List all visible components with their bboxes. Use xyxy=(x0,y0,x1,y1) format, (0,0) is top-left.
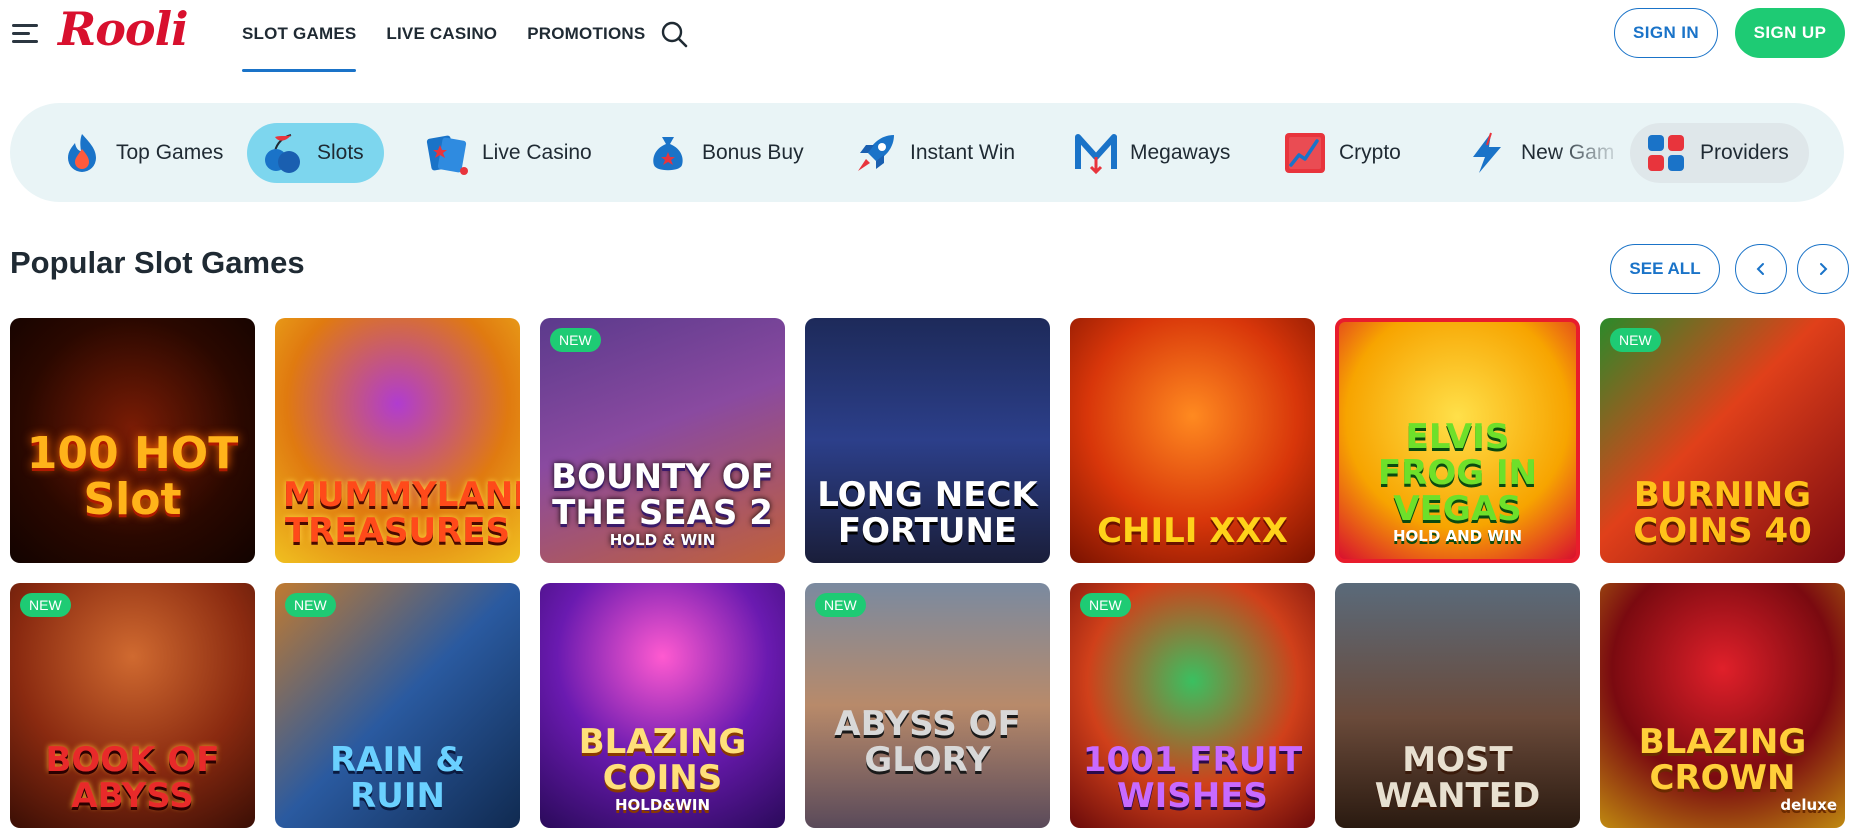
lightning-icon xyxy=(1473,132,1501,173)
game-tile[interactable]: NEW BOUNTY OF THE SEAS 2 HOLD & WIN xyxy=(540,318,785,563)
game-title: 100 HOT Slot xyxy=(26,428,239,525)
nav-slot-games[interactable]: SLOT GAMES xyxy=(242,0,357,72)
game-tile[interactable]: NEW RAIN & RUIN xyxy=(275,583,520,828)
game-title: BOOK OF ABYSS xyxy=(45,740,220,816)
category-live-casino[interactable]: Live Casino xyxy=(412,123,612,183)
scroll-fade xyxy=(1555,103,1625,202)
category-bonus-buy[interactable]: Bonus Buy xyxy=(632,123,824,183)
game-tile[interactable]: NEW BOOK OF ABYSS xyxy=(10,583,255,828)
cherries-icon xyxy=(265,134,300,173)
logo[interactable]: Rooli xyxy=(58,2,189,56)
game-title: BURNING COINS 40 xyxy=(1633,475,1812,551)
category-label: Instant Win xyxy=(910,141,1016,164)
game-title: MOST WANTED xyxy=(1374,740,1541,816)
game-title: 1001 FRUIT WISHES xyxy=(1082,740,1303,816)
game-title: BLAZING CROWN deluxe xyxy=(1638,722,1837,814)
game-tile[interactable]: MUMMYLAND TREASURES xyxy=(275,318,520,563)
header: Rooli SLOT GAMES LIVE CASINO PROMOTIONS … xyxy=(0,0,1852,72)
megaways-icon xyxy=(1075,134,1117,175)
prev-button[interactable] xyxy=(1735,244,1787,294)
main-nav: SLOT GAMES LIVE CASINO PROMOTIONS xyxy=(242,0,675,72)
menu-icon[interactable] xyxy=(12,22,40,44)
new-badge: NEW xyxy=(1080,593,1131,617)
section-title: Popular Slot Games xyxy=(10,245,305,280)
next-button[interactable] xyxy=(1797,244,1849,294)
see-all-button[interactable]: SEE ALL xyxy=(1610,244,1720,294)
category-label: Slots xyxy=(317,141,364,164)
category-instant-win[interactable]: Instant Win xyxy=(840,123,1035,183)
grid-icon xyxy=(1648,135,1684,171)
game-title: ABYSS OF GLORY xyxy=(834,704,1021,780)
game-tile[interactable]: BLAZING COINS HOLD&WIN xyxy=(540,583,785,828)
category-megaways[interactable]: Megaways xyxy=(1060,123,1250,183)
new-badge: NEW xyxy=(20,593,71,617)
category-label: Providers xyxy=(1700,141,1789,164)
category-label: Megaways xyxy=(1130,141,1231,164)
category-slots[interactable]: Slots xyxy=(247,123,384,183)
game-title: ELVIS FROG IN VEGAS HOLD AND WIN xyxy=(1377,417,1538,545)
chevron-right-icon xyxy=(1820,263,1828,275)
game-title: BOUNTY OF THE SEAS 2 HOLD & WIN xyxy=(551,457,774,549)
category-top-games[interactable]: Top Games xyxy=(46,123,243,183)
category-label: Crypto xyxy=(1339,141,1401,164)
game-tile[interactable]: CHILI XXX xyxy=(1070,318,1315,563)
category-label: Live Casino xyxy=(482,141,592,164)
game-tile[interactable]: LONG NECK FORTUNE xyxy=(805,318,1050,563)
nav-promotions[interactable]: PROMOTIONS xyxy=(527,0,645,72)
game-title: CHILI XXX xyxy=(1097,511,1288,551)
game-tile[interactable]: NEW 1001 FRUIT WISHES xyxy=(1070,583,1315,828)
new-badge: NEW xyxy=(1610,328,1661,352)
money-bag-icon xyxy=(653,137,683,171)
cards-icon xyxy=(426,135,468,175)
game-tile[interactable]: NEW BURNING COINS 40 xyxy=(1600,318,1845,563)
category-bar: Top Games Slots Live Casino Bonus Buy In… xyxy=(10,103,1844,202)
game-tile[interactable]: MOST WANTED xyxy=(1335,583,1580,828)
nav-live-casino[interactable]: LIVE CASINO xyxy=(386,0,497,72)
rocket-icon xyxy=(858,135,894,171)
game-tile[interactable]: 100 HOT Slot xyxy=(10,318,255,563)
game-tile[interactable]: ELVIS FROG IN VEGAS HOLD AND WIN xyxy=(1335,318,1580,563)
new-badge: NEW xyxy=(285,593,336,617)
game-tile[interactable]: NEW ABYSS OF GLORY xyxy=(805,583,1050,828)
category-label: Top Games xyxy=(116,141,224,164)
game-title: LONG NECK FORTUNE xyxy=(817,475,1038,551)
game-title: RAIN & RUIN xyxy=(329,740,466,816)
category-crypto[interactable]: Crypto xyxy=(1269,123,1421,183)
new-badge: NEW xyxy=(815,593,866,617)
chevron-left-icon xyxy=(1756,263,1764,275)
game-title: MUMMYLAND TREASURES xyxy=(283,475,520,551)
sign-up-button[interactable]: SIGN UP xyxy=(1735,8,1845,58)
category-label: Bonus Buy xyxy=(702,141,804,164)
category-providers[interactable]: Providers xyxy=(1630,123,1809,183)
sign-in-button[interactable]: SIGN IN xyxy=(1614,8,1718,58)
new-badge: NEW xyxy=(550,328,601,352)
search-icon[interactable] xyxy=(660,20,688,48)
game-title: BLAZING COINS HOLD&WIN xyxy=(578,722,747,814)
flame-icon xyxy=(68,134,96,172)
chart-icon xyxy=(1285,133,1325,173)
game-tile[interactable]: BLAZING CROWN deluxe xyxy=(1600,583,1845,828)
